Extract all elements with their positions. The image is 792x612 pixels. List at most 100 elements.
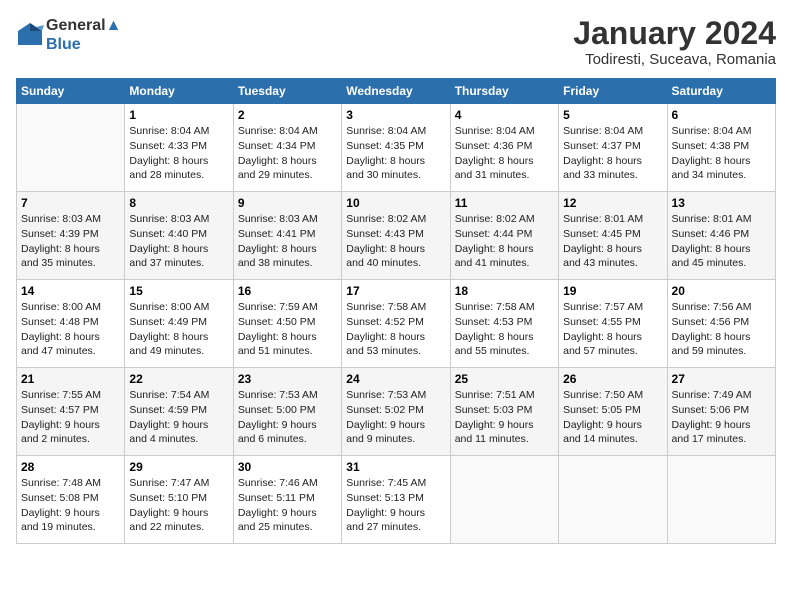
- calendar-week-row: 7 Sunrise: 8:03 AM Sunset: 4:39 PM Daylig…: [17, 192, 776, 280]
- calendar-cell: 9 Sunrise: 8:03 AM Sunset: 4:41 PM Daylig…: [233, 192, 341, 280]
- day-detail: Sunrise: 8:04 AM Sunset: 4:35 PM Dayligh…: [346, 124, 445, 183]
- day-detail: Sunrise: 8:00 AM Sunset: 4:48 PM Dayligh…: [21, 300, 120, 359]
- day-detail: Sunrise: 7:55 AM Sunset: 4:57 PM Dayligh…: [21, 388, 120, 447]
- title-block: January 2024 Todiresti, Suceava, Romania: [573, 16, 776, 68]
- weekday-header-tuesday: Tuesday: [233, 79, 341, 104]
- calendar-cell: 2 Sunrise: 8:04 AM Sunset: 4:34 PM Daylig…: [233, 104, 341, 192]
- calendar-cell: [17, 104, 125, 192]
- calendar-cell: [450, 456, 558, 544]
- day-number: 28: [21, 460, 120, 474]
- weekday-header-thursday: Thursday: [450, 79, 558, 104]
- calendar-cell: 6 Sunrise: 8:04 AM Sunset: 4:38 PM Daylig…: [667, 104, 775, 192]
- day-detail: Sunrise: 8:00 AM Sunset: 4:49 PM Dayligh…: [129, 300, 228, 359]
- day-number: 24: [346, 372, 445, 386]
- day-detail: Sunrise: 7:58 AM Sunset: 4:52 PM Dayligh…: [346, 300, 445, 359]
- calendar-cell: [667, 456, 775, 544]
- day-number: 4: [455, 108, 554, 122]
- day-number: 27: [672, 372, 771, 386]
- logo-text: General▲ Blue: [46, 16, 121, 54]
- day-detail: Sunrise: 7:56 AM Sunset: 4:56 PM Dayligh…: [672, 300, 771, 359]
- calendar-cell: 31 Sunrise: 7:45 AM Sunset: 5:13 PM Dayli…: [342, 456, 450, 544]
- calendar-cell: [559, 456, 667, 544]
- day-detail: Sunrise: 7:54 AM Sunset: 4:59 PM Dayligh…: [129, 388, 228, 447]
- day-detail: Sunrise: 7:46 AM Sunset: 5:11 PM Dayligh…: [238, 476, 337, 535]
- calendar-cell: 30 Sunrise: 7:46 AM Sunset: 5:11 PM Dayli…: [233, 456, 341, 544]
- logo-icon: [16, 21, 44, 49]
- calendar-cell: 27Sunrise: 7:49 AM Sunset: 5:06 PM Dayli…: [667, 368, 775, 456]
- day-detail: Sunrise: 8:01 AM Sunset: 4:46 PM Dayligh…: [672, 212, 771, 271]
- day-detail: Sunrise: 8:04 AM Sunset: 4:36 PM Dayligh…: [455, 124, 554, 183]
- day-number: 6: [672, 108, 771, 122]
- location: Todiresti, Suceava, Romania: [573, 51, 776, 68]
- day-number: 31: [346, 460, 445, 474]
- day-number: 20: [672, 284, 771, 298]
- weekday-header-friday: Friday: [559, 79, 667, 104]
- day-number: 29: [129, 460, 228, 474]
- calendar-cell: 8Sunrise: 8:03 AM Sunset: 4:40 PM Daylig…: [125, 192, 233, 280]
- day-detail: Sunrise: 8:03 AM Sunset: 4:39 PM Dayligh…: [21, 212, 120, 271]
- day-number: 1: [129, 108, 228, 122]
- day-detail: Sunrise: 8:04 AM Sunset: 4:34 PM Dayligh…: [238, 124, 337, 183]
- day-number: 30: [238, 460, 337, 474]
- calendar-cell: 12 Sunrise: 8:01 AM Sunset: 4:45 PM Dayli…: [559, 192, 667, 280]
- day-detail: Sunrise: 8:01 AM Sunset: 4:45 PM Dayligh…: [563, 212, 662, 271]
- weekday-header-saturday: Saturday: [667, 79, 775, 104]
- day-number: 15: [129, 284, 228, 298]
- day-number: 7: [21, 196, 120, 210]
- day-detail: Sunrise: 8:04 AM Sunset: 4:37 PM Dayligh…: [563, 124, 662, 183]
- day-number: 21: [21, 372, 120, 386]
- day-detail: Sunrise: 8:03 AM Sunset: 4:41 PM Dayligh…: [238, 212, 337, 271]
- weekday-header-row: SundayMondayTuesdayWednesdayThursdayFrid…: [17, 79, 776, 104]
- day-number: 22: [129, 372, 228, 386]
- calendar-cell: 17Sunrise: 7:58 AM Sunset: 4:52 PM Dayli…: [342, 280, 450, 368]
- month-title: January 2024: [573, 16, 776, 51]
- day-number: 9: [238, 196, 337, 210]
- day-detail: Sunrise: 8:04 AM Sunset: 4:38 PM Dayligh…: [672, 124, 771, 183]
- calendar-cell: 14Sunrise: 8:00 AM Sunset: 4:48 PM Dayli…: [17, 280, 125, 368]
- day-number: 23: [238, 372, 337, 386]
- day-detail: Sunrise: 7:50 AM Sunset: 5:05 PM Dayligh…: [563, 388, 662, 447]
- day-number: 8: [129, 196, 228, 210]
- day-detail: Sunrise: 7:57 AM Sunset: 4:55 PM Dayligh…: [563, 300, 662, 359]
- day-detail: Sunrise: 7:58 AM Sunset: 4:53 PM Dayligh…: [455, 300, 554, 359]
- day-number: 11: [455, 196, 554, 210]
- day-detail: Sunrise: 7:51 AM Sunset: 5:03 PM Dayligh…: [455, 388, 554, 447]
- calendar-cell: 26 Sunrise: 7:50 AM Sunset: 5:05 PM Dayli…: [559, 368, 667, 456]
- day-detail: Sunrise: 8:02 AM Sunset: 4:43 PM Dayligh…: [346, 212, 445, 271]
- day-number: 10: [346, 196, 445, 210]
- calendar-cell: 18 Sunrise: 7:58 AM Sunset: 4:53 PM Dayli…: [450, 280, 558, 368]
- day-number: 2: [238, 108, 337, 122]
- calendar-cell: 19 Sunrise: 7:57 AM Sunset: 4:55 PM Dayli…: [559, 280, 667, 368]
- day-number: 12: [563, 196, 662, 210]
- day-detail: Sunrise: 7:45 AM Sunset: 5:13 PM Dayligh…: [346, 476, 445, 535]
- day-number: 19: [563, 284, 662, 298]
- day-detail: Sunrise: 8:04 AM Sunset: 4:33 PM Dayligh…: [129, 124, 228, 183]
- calendar-cell: 20 Sunrise: 7:56 AM Sunset: 4:56 PM Dayli…: [667, 280, 775, 368]
- calendar-cell: 3 Sunrise: 8:04 AM Sunset: 4:35 PM Daylig…: [342, 104, 450, 192]
- day-number: 5: [563, 108, 662, 122]
- calendar-cell: 1 Sunrise: 8:04 AM Sunset: 4:33 PM Daylig…: [125, 104, 233, 192]
- calendar-cell: 4 Sunrise: 8:04 AM Sunset: 4:36 PM Daylig…: [450, 104, 558, 192]
- calendar-cell: 7 Sunrise: 8:03 AM Sunset: 4:39 PM Daylig…: [17, 192, 125, 280]
- day-detail: Sunrise: 8:02 AM Sunset: 4:44 PM Dayligh…: [455, 212, 554, 271]
- page-header: General▲ Blue January 2024 Todiresti, Su…: [16, 16, 776, 68]
- day-number: 13: [672, 196, 771, 210]
- weekday-header-wednesday: Wednesday: [342, 79, 450, 104]
- calendar-week-row: 21 Sunrise: 7:55 AM Sunset: 4:57 PM Dayli…: [17, 368, 776, 456]
- calendar-cell: 24 Sunrise: 7:53 AM Sunset: 5:02 PM Dayli…: [342, 368, 450, 456]
- calendar-week-row: 28Sunrise: 7:48 AM Sunset: 5:08 PM Dayli…: [17, 456, 776, 544]
- calendar-cell: 15 Sunrise: 8:00 AM Sunset: 4:49 PM Dayli…: [125, 280, 233, 368]
- day-detail: Sunrise: 7:59 AM Sunset: 4:50 PM Dayligh…: [238, 300, 337, 359]
- calendar-cell: 11 Sunrise: 8:02 AM Sunset: 4:44 PM Dayli…: [450, 192, 558, 280]
- calendar-cell: 28Sunrise: 7:48 AM Sunset: 5:08 PM Dayli…: [17, 456, 125, 544]
- calendar-cell: 23Sunrise: 7:53 AM Sunset: 5:00 PM Dayli…: [233, 368, 341, 456]
- day-detail: Sunrise: 7:53 AM Sunset: 5:02 PM Dayligh…: [346, 388, 445, 447]
- day-number: 26: [563, 372, 662, 386]
- day-number: 3: [346, 108, 445, 122]
- calendar-cell: 25Sunrise: 7:51 AM Sunset: 5:03 PM Dayli…: [450, 368, 558, 456]
- calendar-week-row: 1 Sunrise: 8:04 AM Sunset: 4:33 PM Daylig…: [17, 104, 776, 192]
- calendar-cell: 16Sunrise: 7:59 AM Sunset: 4:50 PM Dayli…: [233, 280, 341, 368]
- day-number: 18: [455, 284, 554, 298]
- weekday-header-monday: Monday: [125, 79, 233, 104]
- calendar-table: SundayMondayTuesdayWednesdayThursdayFrid…: [16, 78, 776, 544]
